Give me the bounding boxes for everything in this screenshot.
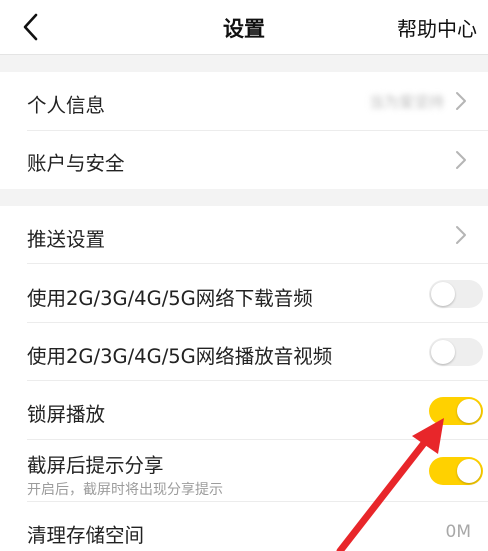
personal-info-row[interactable]: 个人信息 当为爱坚持 xyxy=(0,72,488,131)
clear-storage-row[interactable]: 清理存储空间 0M xyxy=(0,502,488,551)
settings-page: 设置 帮助中心 个人信息 当为爱坚持 账户与安全 推送设置 使用2G/3G/4G… xyxy=(0,0,488,551)
lockscreen-play-row: 锁屏播放 xyxy=(0,381,488,440)
help-center-link[interactable]: 帮助中心 xyxy=(397,13,477,42)
screenshot-share-row: 截屏后提示分享 开启后，截屏时将出现分享提示 xyxy=(0,440,488,502)
screenshot-share-toggle[interactable] xyxy=(429,457,483,485)
chevron-right-icon xyxy=(456,226,466,244)
mobile-play-label: 使用2G/3G/4G/5G网络播放音视频 xyxy=(27,345,333,368)
chevron-left-icon xyxy=(23,13,38,41)
toggle-knob xyxy=(457,459,481,483)
lockscreen-play-toggle[interactable] xyxy=(429,397,483,425)
storage-size-value: 0M xyxy=(445,522,471,542)
chevron-right-icon xyxy=(456,151,466,169)
account-security-label: 账户与安全 xyxy=(27,152,125,175)
lockscreen-play-label: 锁屏播放 xyxy=(27,403,106,426)
toggle-knob xyxy=(431,282,455,306)
mobile-download-label: 使用2G/3G/4G/5G网络下载音频 xyxy=(27,287,313,310)
header-bar: 设置 帮助中心 xyxy=(0,0,488,55)
mobile-download-row: 使用2G/3G/4G/5G网络下载音频 xyxy=(0,264,488,323)
mobile-download-toggle[interactable] xyxy=(429,280,483,308)
section-gap xyxy=(0,55,488,72)
section-gap xyxy=(0,189,488,206)
account-security-row[interactable]: 账户与安全 xyxy=(0,131,488,189)
screenshot-share-label: 截屏后提示分享 xyxy=(27,454,164,477)
screenshot-share-hint: 开启后，截屏时将出现分享提示 xyxy=(27,482,223,498)
clear-storage-label: 清理存储空间 xyxy=(27,524,145,547)
mobile-play-row: 使用2G/3G/4G/5G网络播放音视频 xyxy=(0,323,488,381)
mobile-play-toggle[interactable] xyxy=(429,338,483,366)
page-title: 设置 xyxy=(223,17,265,41)
push-settings-label: 推送设置 xyxy=(27,228,106,251)
toggle-knob xyxy=(431,340,455,364)
push-settings-row[interactable]: 推送设置 xyxy=(0,206,488,264)
personal-info-label: 个人信息 xyxy=(27,94,106,117)
toggle-knob xyxy=(457,399,481,423)
back-button[interactable] xyxy=(16,10,48,44)
chevron-right-icon xyxy=(456,92,466,110)
nickname-value: 当为爱坚持 xyxy=(368,93,444,111)
